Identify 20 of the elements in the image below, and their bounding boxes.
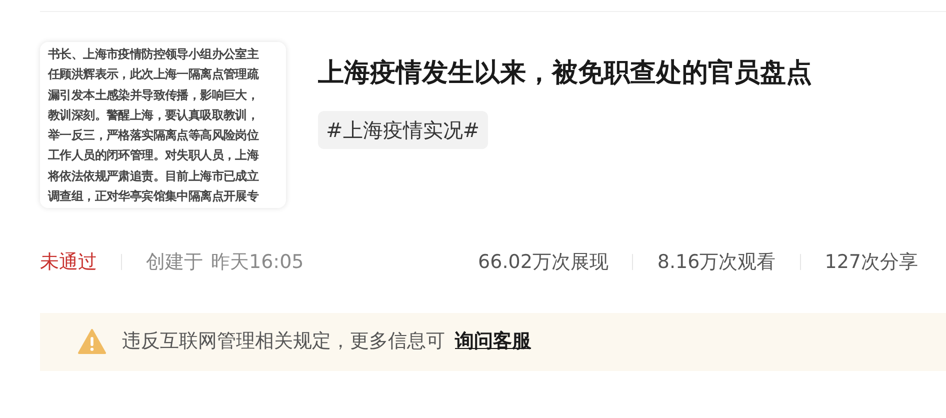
stat-count: 66.02万次展现 xyxy=(478,250,608,275)
post-title[interactable]: 上海疫情发生以来，被免职查处的官员盘点 xyxy=(318,54,812,93)
stat-count: 127次分享 xyxy=(824,250,918,275)
created-label: 创建于 xyxy=(146,250,203,275)
thumbnail-text-line: 漏引发本土感染并导致传播，影响巨大， xyxy=(48,86,260,104)
created-time: 昨天16:05 xyxy=(211,250,304,275)
thumbnail-text-line: 举一反三，严格落实隔离点等高风险岗位 xyxy=(48,127,260,144)
contact-support-link[interactable]: 询问客服 xyxy=(455,330,531,352)
thumbnail-text-line: 将依法依规严肃追责。目前上海市已成立 xyxy=(48,168,260,185)
thumbnail-text-line: 工作人员的闭环管理。对失职人员，上海 xyxy=(48,147,260,164)
thumbnail-text-line: 教训深刻。警醒上海，要认真吸取教训， xyxy=(48,106,260,124)
topic-tag[interactable]: #上海疫情实况# xyxy=(318,111,488,149)
thumbnail-card[interactable]: 书长、上海市疫情防控领导小组办公室主 任顾洪辉表示，此次上海一隔离点管理疏 漏引发本土感染并导致传播，影响巨大， 教训深刻。警醒上海，要认真吸取教训， 举一反三，严格落实隔离点等高风险岗位 工作人员的闭环管理。对失职人员，上海 将依法依规严肃追责。目前上海市已成立 调查组，正对华亭宾馆集中隔离点开展专 xyxy=(40,42,286,208)
review-status: 未通过 xyxy=(40,250,97,275)
notice-text: 违反互联网管理相关规定，更多信息可 xyxy=(122,330,445,352)
stat-count: 8.16万次观看 xyxy=(657,250,776,275)
warning-icon xyxy=(78,329,106,354)
thumbnail-text-line: 调查组，正对华亭宾馆集中隔离点开展专 xyxy=(48,188,260,206)
thumbnail-text-line: 书长、上海市疫情防控领导小组办公室主 xyxy=(48,46,260,63)
thumbnail-text-line: 任顾洪辉表示，此次上海一隔离点管理疏 xyxy=(48,66,260,84)
